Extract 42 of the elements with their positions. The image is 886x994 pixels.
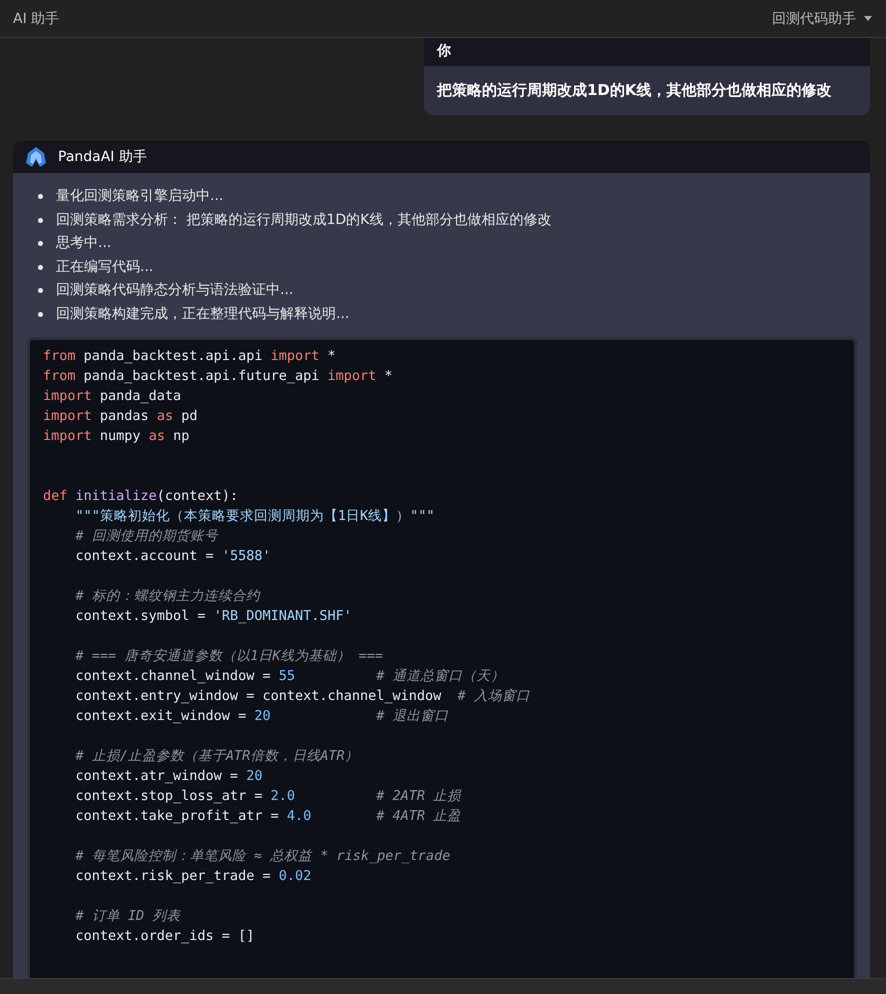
code-line: # 止损/止盈参数（基于ATR倍数，日线ATR）	[74, 747, 360, 766]
code-line: context.channel_window = 55 # 通道总窗口（天）	[74, 667, 506, 686]
bullet-icon	[38, 241, 43, 246]
assistant-name: PandaAI 助手	[58, 148, 147, 166]
code-line: """策略初始化（本策略要求回测周期为【1日K线】）"""	[74, 507, 436, 526]
progress-step: 量化回测策略引擎启动中...	[56, 185, 224, 208]
code-line: context.risk_per_trade = 0.02	[74, 867, 312, 886]
code-line: import panda_data	[43, 387, 182, 406]
code-line: from panda_backtest.api.api import *	[43, 347, 337, 366]
code-line: context.order_ids = []	[74, 927, 256, 946]
code-line: context.stop_loss_atr = 2.0 # 2ATR 止损	[74, 787, 462, 806]
code-line: from panda_backtest.api.future_api import *	[43, 367, 394, 386]
code-line: context.symbol = 'RB_DOMINANT.SHF'	[74, 607, 353, 626]
code-line: context.entry_window = context.channel_window # 入场窗口	[74, 687, 531, 706]
progress-step: 回测策略代码静态分析与语法验证中...	[56, 279, 294, 302]
code-line: # 标的：螺纹钢主力连续合约	[74, 587, 262, 606]
panda-logo-icon	[25, 147, 47, 167]
code-line: context.exit_window = 20 # 退出窗口	[74, 707, 450, 726]
code-line: import pandas as pd	[43, 407, 198, 426]
code-line: context.account = '5588'	[74, 547, 272, 566]
bullet-icon	[38, 312, 43, 317]
code-line: # 订单 ID 列表	[74, 907, 182, 926]
code-line: # === 唐奇安通道参数（以1日K线为基础） ===	[74, 647, 384, 666]
progress-step: 回测策略构建完成，正在整理代码与解释说明...	[56, 302, 350, 326]
code-line: # 每笔风险控制：单笔风险 ≈ 总权益 * risk_per_trade	[74, 847, 452, 866]
code-line: import numpy as np	[43, 427, 190, 446]
bullet-icon	[38, 264, 43, 270]
code-line: def initialize(context):	[43, 487, 240, 506]
bullet-icon	[38, 218, 43, 223]
code-line: context.take_profit_atr = 4.0 # 4ATR 止盈	[74, 807, 462, 826]
bullet-icon	[38, 194, 43, 200]
code-line: # 回测使用的期货账号	[74, 527, 220, 546]
message-text: 把策略的运行周期改成1D的K线，其他部分也做相应的修改	[424, 66, 870, 115]
caret-icon	[864, 16, 872, 21]
app-title: AI 助手	[13, 10, 60, 28]
progress-step: 回测策略需求分析： 把策略的运行周期改成1D的K线，其他部分也做相应的修改	[56, 208, 552, 232]
progress-step: 思考中...	[56, 232, 112, 256]
bullet-icon	[38, 288, 43, 294]
code-line: context.atr_window = 20	[74, 767, 264, 786]
progress-step: 正在编写代码...	[56, 256, 154, 279]
mode-dropdown[interactable]: 回测代码助手	[772, 10, 872, 28]
message-author: 你	[424, 38, 870, 66]
